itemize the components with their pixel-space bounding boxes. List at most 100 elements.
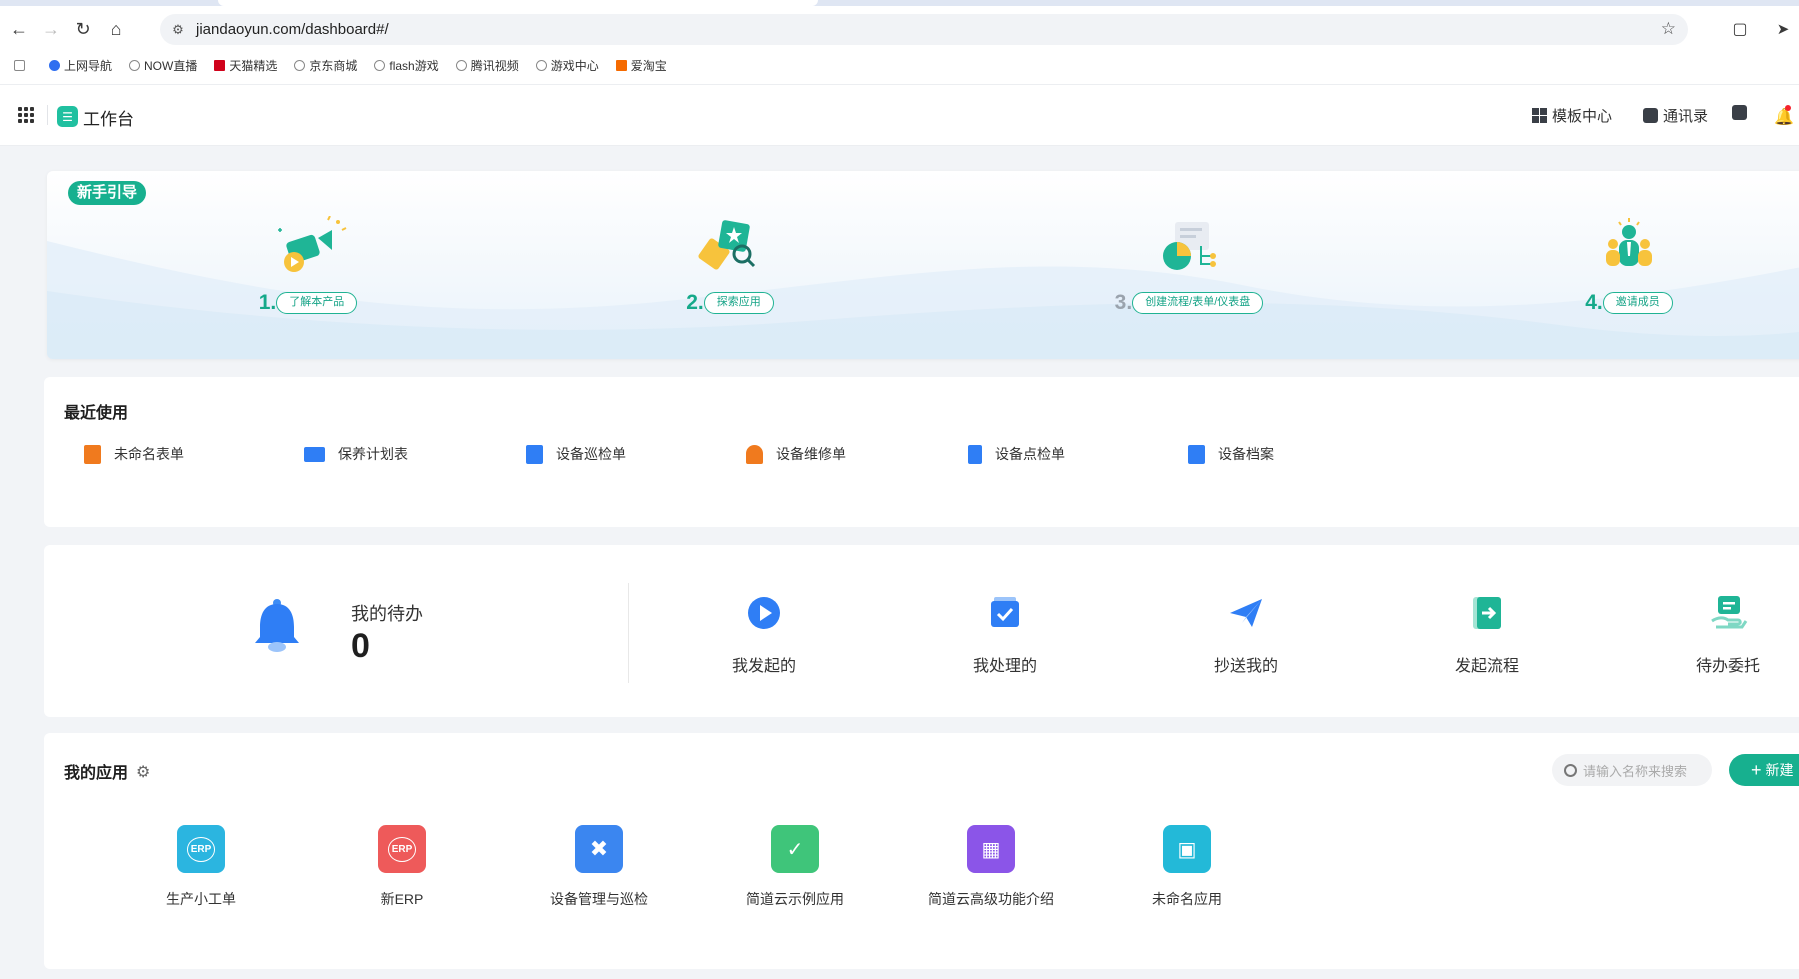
bookmark-item[interactable]: NOW直播 [129, 57, 197, 74]
recent-item-label: 设备巡检单 [556, 446, 626, 462]
recent-section: 最近使用 未命名表单 保养计划表 设备巡检单 设备维修单 设备点检单 设备档案 [44, 377, 1799, 527]
reload-icon[interactable]: ↻ [66, 10, 100, 48]
recent-item[interactable]: 保养计划表 [304, 444, 408, 464]
bookmark-item[interactable]: 腾讯视频 [455, 57, 519, 74]
erp-app-icon: ERP [378, 825, 426, 873]
form-icon [84, 444, 101, 464]
tab-search-icon[interactable] [14, 59, 29, 71]
tools-icon: ✖ [575, 825, 623, 873]
todo-section: 我的待办 0 我发起的 我处理的 抄送我的 发起流程 待办委托 [44, 545, 1799, 717]
step-number: 1. [258, 291, 277, 314]
back-icon[interactable]: ← [2, 10, 36, 48]
search-placeholder: 请输入名称来搜索 [1583, 763, 1688, 779]
new-app-button[interactable]: + 新建 [1729, 754, 1799, 786]
send-tab-icon[interactable]: ➤ [1766, 10, 1799, 48]
active-tab[interactable] [218, 0, 818, 6]
bookmark-label: 腾讯视频 [470, 58, 519, 73]
bookmark-item[interactable]: 爱淘宝 [615, 57, 667, 74]
recent-item[interactable]: 设备档案 [1188, 444, 1274, 464]
step-number: 3. [1114, 291, 1133, 314]
guide-step-2[interactable]: 2. 探索应用 [600, 216, 860, 314]
globe-icon [129, 59, 141, 71]
handled-by-me-button[interactable]: 我处理的 [945, 593, 1065, 676]
bookmark-item[interactable]: 上网导航 [49, 57, 112, 74]
template-center-link[interactable]: 模板中心 [1532, 105, 1612, 126]
app-tile[interactable]: ERP 新ERP [322, 825, 482, 909]
globe-icon [455, 59, 467, 71]
grid-icon [1532, 108, 1547, 123]
template-center-label: 模板中心 [1552, 108, 1613, 125]
app-name: 设备管理与巡检 [550, 891, 648, 907]
guide-step-4[interactable]: 4. 邀请成员 [1499, 216, 1759, 314]
tasks-icon [1732, 105, 1747, 120]
bookmark-star-icon[interactable]: ☆ [1661, 19, 1676, 39]
invite-members-icon [1606, 218, 1652, 266]
delegate-icon [1711, 596, 1748, 629]
extensions-icon[interactable]: ▢ [1723, 10, 1757, 48]
site-info-icon[interactable]: ⚙ [160, 22, 196, 38]
app-tile[interactable]: ✓ 简道云示例应用 [715, 825, 875, 909]
learn-product-button[interactable]: 了解本产品 [276, 292, 358, 314]
app-tile[interactable]: ✖ 设备管理与巡检 [519, 825, 679, 909]
app-search-input[interactable]: 请输入名称来搜索 [1552, 754, 1712, 786]
todo-count[interactable]: 0 [351, 627, 370, 666]
url-text[interactable]: jiandaoyun.com/dashboard#/ [196, 21, 389, 38]
start-flow-button[interactable]: 发起流程 [1427, 593, 1547, 676]
initiated-by-me-button[interactable]: 我发起的 [704, 593, 824, 676]
bookmark-item[interactable]: flash游戏 [374, 57, 439, 74]
my-apps-section: 我的应用 ⚙ 请输入名称来搜索 + 新建 ERP 生产小工单 ERP 新ERP ✖… [44, 733, 1799, 969]
quick-action-label: 发起流程 [1454, 658, 1519, 675]
app-tile[interactable]: ▦ 简道云高级功能介绍 [911, 825, 1071, 909]
cc-to-me-button[interactable]: 抄送我的 [1186, 593, 1306, 676]
recent-item[interactable]: 设备维修单 [746, 444, 846, 464]
video-camera-icon [278, 215, 347, 272]
bookmark-label: flash游戏 [389, 58, 439, 73]
forward-icon[interactable]: → [34, 10, 68, 48]
delegate-todo-button[interactable]: 待办委托 [1668, 593, 1788, 676]
bookmark-icon [968, 444, 982, 464]
guide-step-1[interactable]: 1. 了解本产品 [178, 215, 438, 314]
app-name: 未命名应用 [1152, 891, 1222, 907]
card-icon [304, 446, 325, 462]
divider [628, 583, 629, 683]
recent-item[interactable]: 未命名表单 [84, 444, 184, 464]
explore-apps-button[interactable]: 探索应用 [703, 292, 774, 314]
tmall-icon [214, 59, 226, 71]
app-tile[interactable]: ▣ 未命名应用 [1107, 825, 1267, 909]
tab-strip [0, 0, 1799, 6]
contacts-book-icon [1643, 108, 1658, 123]
recent-item[interactable]: 设备点检单 [968, 444, 1065, 464]
address-bar[interactable]: ⚙ jiandaoyun.com/dashboard#/ ☆ [160, 14, 1688, 45]
logo-icon[interactable]: ☰ [57, 106, 78, 127]
guide-step-3[interactable]: 3. 创建流程/表单/仪表盘 [1059, 216, 1319, 314]
browser-chrome: ← → ↻ ⌂ ⚙ jiandaoyun.com/dashboard#/ ☆ ▢… [0, 0, 1799, 84]
page-title[interactable]: 工作台 [83, 105, 134, 130]
todo-bell-icon[interactable] [252, 599, 302, 657]
app-name: 生产小工单 [166, 891, 236, 907]
section-title: 我的应用 [64, 765, 129, 782]
bookmark-item[interactable]: 天猫精选 [214, 57, 277, 74]
notification-dot [1785, 105, 1791, 111]
contacts-label: 通讯录 [1663, 108, 1709, 125]
app-tile[interactable]: ERP 生产小工单 [121, 825, 281, 909]
gear-icon[interactable]: ⚙ [136, 762, 150, 782]
bookmark-item[interactable]: 京东商城 [294, 57, 357, 74]
create-flow-button[interactable]: 创建流程/表单/仪表盘 [1132, 292, 1264, 314]
section-title: 最近使用 [64, 405, 129, 422]
bookmark-item[interactable]: 游戏中心 [535, 57, 599, 74]
erp-app-icon: ERP [177, 825, 225, 873]
recent-item[interactable]: 设备巡检单 [526, 444, 626, 464]
plus-icon: + [1751, 759, 1762, 780]
building-icon: ▦ [967, 825, 1015, 873]
recent-item-label: 未命名表单 [114, 446, 184, 462]
home-icon[interactable]: ⌂ [99, 10, 133, 48]
app-grid-icon[interactable] [18, 107, 34, 123]
bookmark-label: 上网导航 [64, 58, 113, 73]
todo-label[interactable]: 我的待办 [351, 600, 423, 626]
tasks-button[interactable] [1732, 105, 1747, 120]
recent-item-label: 保养计划表 [338, 446, 408, 462]
contacts-link[interactable]: 通讯录 [1643, 105, 1708, 126]
explore-apps-icon [698, 220, 756, 270]
invite-members-button[interactable]: 邀请成员 [1602, 292, 1673, 314]
app-header: ☰ 工作台 模板中心 通讯录 🔔 [0, 84, 1799, 146]
